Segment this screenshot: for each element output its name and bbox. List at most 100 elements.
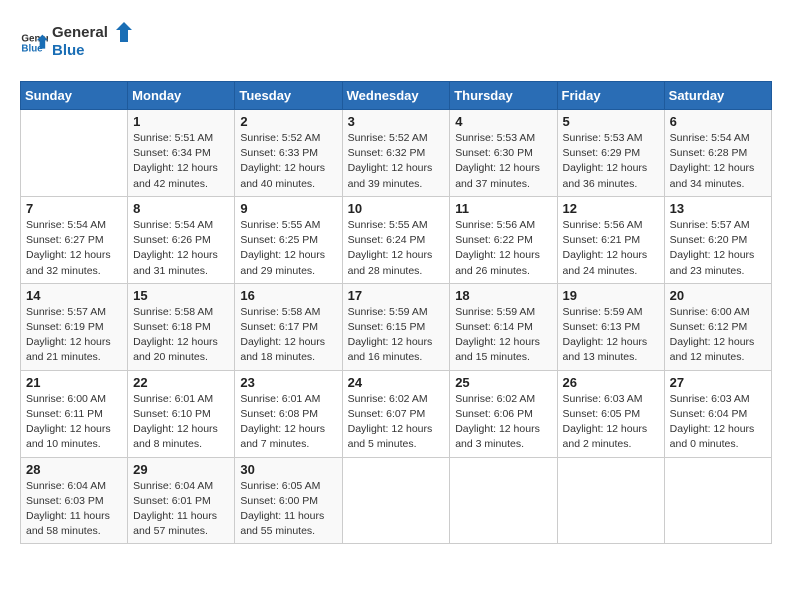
day-info: Sunrise: 5:57 AM Sunset: 6:20 PM Dayligh…	[670, 218, 766, 279]
calendar-cell: 8 Sunrise: 5:54 AM Sunset: 6:26 PM Daylig…	[128, 196, 235, 283]
calendar-cell: 20 Sunrise: 6:00 AM Sunset: 6:12 PM Dayli…	[664, 283, 771, 370]
calendar-week-3: 14 Sunrise: 5:57 AM Sunset: 6:19 PM Dayli…	[21, 283, 772, 370]
day-info: Sunrise: 6:01 AM Sunset: 6:10 PM Dayligh…	[133, 392, 229, 453]
day-number: 21	[26, 375, 122, 390]
logo: General Blue General Blue	[20, 20, 142, 65]
day-number: 7	[26, 201, 122, 216]
day-info: Sunrise: 6:05 AM Sunset: 6:00 PM Dayligh…	[240, 479, 336, 540]
logo-icon: General Blue	[20, 29, 48, 57]
day-number: 15	[133, 288, 229, 303]
day-info: Sunrise: 5:55 AM Sunset: 6:24 PM Dayligh…	[348, 218, 445, 279]
day-number: 22	[133, 375, 229, 390]
calendar-header-row: SundayMondayTuesdayWednesdayThursdayFrid…	[21, 82, 772, 110]
calendar-cell	[557, 457, 664, 544]
day-info: Sunrise: 6:04 AM Sunset: 6:01 PM Dayligh…	[133, 479, 229, 540]
calendar-cell: 17 Sunrise: 5:59 AM Sunset: 6:15 PM Dayli…	[342, 283, 450, 370]
day-number: 2	[240, 114, 336, 129]
calendar-cell	[342, 457, 450, 544]
day-info: Sunrise: 5:53 AM Sunset: 6:29 PM Dayligh…	[563, 131, 659, 192]
calendar-cell: 26 Sunrise: 6:03 AM Sunset: 6:05 PM Dayli…	[557, 370, 664, 457]
day-info: Sunrise: 5:58 AM Sunset: 6:17 PM Dayligh…	[240, 305, 336, 366]
day-header-tuesday: Tuesday	[235, 82, 342, 110]
calendar-cell: 24 Sunrise: 6:02 AM Sunset: 6:07 PM Dayli…	[342, 370, 450, 457]
day-info: Sunrise: 6:03 AM Sunset: 6:05 PM Dayligh…	[563, 392, 659, 453]
calendar-cell: 7 Sunrise: 5:54 AM Sunset: 6:27 PM Daylig…	[21, 196, 128, 283]
day-number: 9	[240, 201, 336, 216]
day-number: 25	[455, 375, 551, 390]
svg-text:General: General	[52, 24, 108, 41]
calendar-cell: 6 Sunrise: 5:54 AM Sunset: 6:28 PM Daylig…	[664, 110, 771, 197]
calendar-cell: 10 Sunrise: 5:55 AM Sunset: 6:24 PM Dayli…	[342, 196, 450, 283]
day-number: 3	[348, 114, 445, 129]
calendar-cell: 2Sunrise: 5:52 AM Sunset: 6:33 PM Daylig…	[235, 110, 342, 197]
calendar-cell: 3 Sunrise: 5:52 AM Sunset: 6:32 PM Daylig…	[342, 110, 450, 197]
calendar-cell	[450, 457, 557, 544]
calendar-table: SundayMondayTuesdayWednesdayThursdayFrid…	[20, 81, 772, 544]
day-number: 28	[26, 462, 122, 477]
day-info: Sunrise: 6:00 AM Sunset: 6:11 PM Dayligh…	[26, 392, 122, 453]
svg-text:Blue: Blue	[52, 42, 85, 59]
day-number: 16	[240, 288, 336, 303]
day-number: 12	[563, 201, 659, 216]
day-number: 10	[348, 201, 445, 216]
day-info: Sunrise: 5:57 AM Sunset: 6:19 PM Dayligh…	[26, 305, 122, 366]
calendar-week-1: 1Sunrise: 5:51 AM Sunset: 6:34 PM Daylig…	[21, 110, 772, 197]
day-number: 8	[133, 201, 229, 216]
calendar-body: 1Sunrise: 5:51 AM Sunset: 6:34 PM Daylig…	[21, 110, 772, 544]
day-info: Sunrise: 5:54 AM Sunset: 6:26 PM Dayligh…	[133, 218, 229, 279]
day-header-sunday: Sunday	[21, 82, 128, 110]
calendar-cell: 21 Sunrise: 6:00 AM Sunset: 6:11 PM Dayli…	[21, 370, 128, 457]
calendar-cell: 15 Sunrise: 5:58 AM Sunset: 6:18 PM Dayli…	[128, 283, 235, 370]
day-info: Sunrise: 6:01 AM Sunset: 6:08 PM Dayligh…	[240, 392, 336, 453]
day-info: Sunrise: 5:54 AM Sunset: 6:28 PM Dayligh…	[670, 131, 766, 192]
day-number: 29	[133, 462, 229, 477]
day-info: Sunrise: 6:02 AM Sunset: 6:06 PM Dayligh…	[455, 392, 551, 453]
calendar-cell: 5 Sunrise: 5:53 AM Sunset: 6:29 PM Daylig…	[557, 110, 664, 197]
day-number: 6	[670, 114, 766, 129]
day-info: Sunrise: 5:52 AM Sunset: 6:32 PM Dayligh…	[348, 131, 445, 192]
day-number: 4	[455, 114, 551, 129]
day-info: Sunrise: 5:59 AM Sunset: 6:14 PM Dayligh…	[455, 305, 551, 366]
day-number: 24	[348, 375, 445, 390]
day-info: Sunrise: 5:55 AM Sunset: 6:25 PM Dayligh…	[240, 218, 336, 279]
day-info: Sunrise: 6:02 AM Sunset: 6:07 PM Dayligh…	[348, 392, 445, 453]
calendar-cell: 23 Sunrise: 6:01 AM Sunset: 6:08 PM Dayli…	[235, 370, 342, 457]
calendar-cell: 12 Sunrise: 5:56 AM Sunset: 6:21 PM Dayli…	[557, 196, 664, 283]
day-info: Sunrise: 5:56 AM Sunset: 6:21 PM Dayligh…	[563, 218, 659, 279]
calendar-cell: 25 Sunrise: 6:02 AM Sunset: 6:06 PM Dayli…	[450, 370, 557, 457]
calendar-cell: 16 Sunrise: 5:58 AM Sunset: 6:17 PM Dayli…	[235, 283, 342, 370]
day-number: 23	[240, 375, 336, 390]
calendar-cell: 18 Sunrise: 5:59 AM Sunset: 6:14 PM Dayli…	[450, 283, 557, 370]
calendar-week-4: 21 Sunrise: 6:00 AM Sunset: 6:11 PM Dayli…	[21, 370, 772, 457]
day-number: 20	[670, 288, 766, 303]
calendar-cell: 19Sunrise: 5:59 AM Sunset: 6:13 PM Dayli…	[557, 283, 664, 370]
day-info: Sunrise: 6:04 AM Sunset: 6:03 PM Dayligh…	[26, 479, 122, 540]
day-header-monday: Monday	[128, 82, 235, 110]
calendar-cell: 29 Sunrise: 6:04 AM Sunset: 6:01 PM Dayli…	[128, 457, 235, 544]
page-header: General Blue General Blue	[20, 20, 772, 65]
day-number: 18	[455, 288, 551, 303]
calendar-cell: 9 Sunrise: 5:55 AM Sunset: 6:25 PM Daylig…	[235, 196, 342, 283]
calendar-week-2: 7 Sunrise: 5:54 AM Sunset: 6:27 PM Daylig…	[21, 196, 772, 283]
day-number: 14	[26, 288, 122, 303]
day-number: 1	[133, 114, 229, 129]
day-number: 5	[563, 114, 659, 129]
day-info: Sunrise: 5:54 AM Sunset: 6:27 PM Dayligh…	[26, 218, 122, 279]
day-number: 27	[670, 375, 766, 390]
day-header-saturday: Saturday	[664, 82, 771, 110]
day-header-wednesday: Wednesday	[342, 82, 450, 110]
day-info: Sunrise: 5:59 AM Sunset: 6:15 PM Dayligh…	[348, 305, 445, 366]
day-info: Sunrise: 5:53 AM Sunset: 6:30 PM Dayligh…	[455, 131, 551, 192]
day-number: 13	[670, 201, 766, 216]
calendar-cell: 27Sunrise: 6:03 AM Sunset: 6:04 PM Dayli…	[664, 370, 771, 457]
day-number: 30	[240, 462, 336, 477]
day-info: Sunrise: 6:00 AM Sunset: 6:12 PM Dayligh…	[670, 305, 766, 366]
calendar-cell: 28 Sunrise: 6:04 AM Sunset: 6:03 PM Dayli…	[21, 457, 128, 544]
day-info: Sunrise: 5:58 AM Sunset: 6:18 PM Dayligh…	[133, 305, 229, 366]
calendar-cell: 4 Sunrise: 5:53 AM Sunset: 6:30 PM Daylig…	[450, 110, 557, 197]
calendar-cell	[21, 110, 128, 197]
day-number: 17	[348, 288, 445, 303]
day-header-thursday: Thursday	[450, 82, 557, 110]
day-number: 26	[563, 375, 659, 390]
calendar-cell: 22 Sunrise: 6:01 AM Sunset: 6:10 PM Dayli…	[128, 370, 235, 457]
